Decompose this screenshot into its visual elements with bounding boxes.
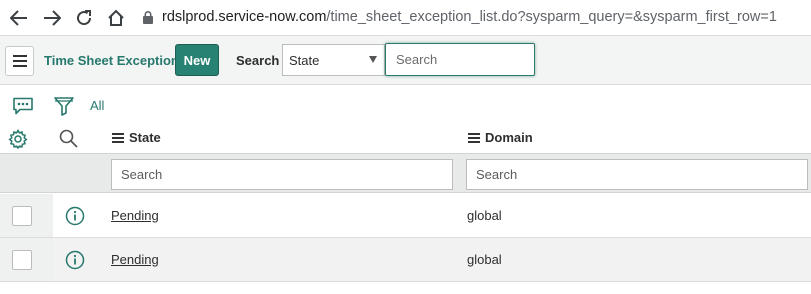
address-bar[interactable]: rdslprod.service-now.com/time_sheet_exce… xyxy=(143,5,777,29)
column-search-row: Search Search xyxy=(0,153,811,193)
filter-icon[interactable] xyxy=(54,96,74,116)
row-checkbox[interactable] xyxy=(12,250,32,270)
column-header-domain[interactable]: Domain xyxy=(468,130,533,145)
browser-toolbar: rdslprod.service-now.com/time_sheet_exce… xyxy=(0,0,811,35)
breadcrumb-all[interactable]: All xyxy=(90,98,104,113)
cell-state-link[interactable]: Pending xyxy=(111,208,159,223)
table-row: Pending global xyxy=(0,238,811,282)
activity-stream-icon[interactable] xyxy=(12,97,34,115)
list-header: Time Sheet Exceptions New Search State S… xyxy=(0,35,811,85)
reload-icon[interactable] xyxy=(73,7,95,29)
lock-icon xyxy=(143,10,153,24)
row-checkbox[interactable] xyxy=(12,206,32,226)
search-icon[interactable] xyxy=(59,129,78,148)
column-menu-icon[interactable] xyxy=(112,132,124,143)
info-icon[interactable] xyxy=(65,250,85,273)
cell-domain: global xyxy=(467,252,502,267)
cell-state-link[interactable]: Pending xyxy=(111,252,159,267)
forward-arrow-icon[interactable] xyxy=(41,7,63,29)
home-icon[interactable] xyxy=(105,7,127,29)
page-title[interactable]: Time Sheet Exceptions xyxy=(44,53,186,68)
hamburger-icon xyxy=(12,55,27,67)
state-search-input[interactable]: Search xyxy=(111,159,453,190)
search-input[interactable]: Search xyxy=(385,43,535,76)
url-path: /time_sheet_exception_list.do?sysparm_qu… xyxy=(326,9,777,25)
gear-icon[interactable] xyxy=(8,129,28,149)
list-menu-button[interactable] xyxy=(5,46,34,76)
url-domain: rdslprod.service-now.com xyxy=(162,9,327,25)
search-field-select[interactable]: State xyxy=(282,44,385,76)
search-label: Search xyxy=(236,53,280,68)
info-icon[interactable] xyxy=(65,206,85,229)
dropdown-arrow-icon xyxy=(369,56,377,63)
column-header-state[interactable]: State xyxy=(112,130,161,145)
table-row: Pending global xyxy=(0,194,811,238)
column-label-state: State xyxy=(129,130,161,145)
search-field-value: State xyxy=(289,52,320,68)
column-label-domain: Domain xyxy=(485,130,533,145)
new-button[interactable]: New xyxy=(175,44,219,76)
domain-search-input[interactable]: Search xyxy=(466,159,808,190)
cell-domain: global xyxy=(467,208,502,223)
back-arrow-icon[interactable] xyxy=(8,7,30,29)
column-menu-icon[interactable] xyxy=(468,132,480,143)
